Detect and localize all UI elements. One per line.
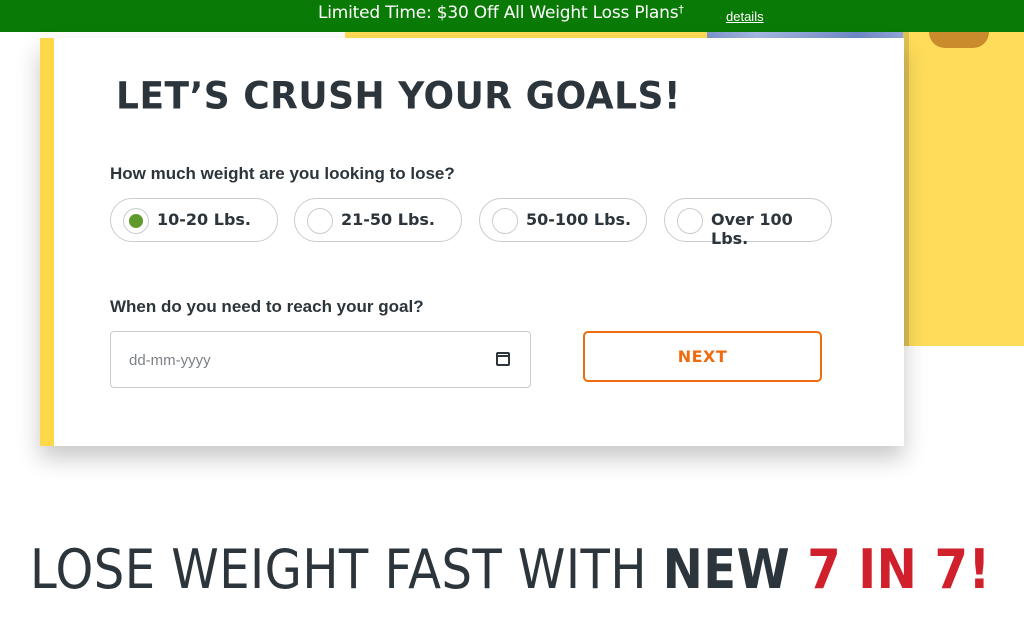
promo-bar: Limited Time: $30 Off All Weight Loss Pl… xyxy=(0,0,1024,32)
next-button-label: NEXT xyxy=(677,347,728,366)
weight-option-over-100[interactable]: Over 100 Lbs. xyxy=(664,198,832,248)
weight-option-label: Over 100 Lbs. xyxy=(711,210,793,248)
weight-question-label: How much weight are you looking to lose? xyxy=(110,164,455,183)
weight-option-label: 10-20 Lbs. xyxy=(157,210,251,229)
date-placeholder: dd-mm-yyyy xyxy=(129,352,211,369)
hero-heading-plain: LOSE WEIGHT FAST WITH xyxy=(30,538,663,601)
promo-text: Limited Time: $30 Off All Weight Loss Pl… xyxy=(318,3,684,23)
weight-option-21-50[interactable]: 21-50 Lbs. xyxy=(294,198,462,242)
next-button[interactable]: NEXT xyxy=(583,331,822,382)
hero-hand xyxy=(929,32,989,48)
radio-unselected-icon xyxy=(677,208,703,234)
weight-option-label: 50-100 Lbs. xyxy=(526,210,632,229)
hero-heading-accent: 7 IN 7! xyxy=(790,538,991,601)
weight-option-50-100[interactable]: 50-100 Lbs. xyxy=(479,198,647,242)
goal-form-card: LET’S CRUSH YOUR GOALS! How much weight … xyxy=(40,38,904,446)
goal-date-question-label: When do you need to reach your goal? xyxy=(110,297,424,316)
radio-unselected-icon xyxy=(307,208,333,234)
radio-unselected-icon xyxy=(492,208,518,234)
promo-message: Limited Time: $30 Off All Weight Loss Pl… xyxy=(318,3,679,23)
promo-details-link[interactable]: details xyxy=(726,9,764,24)
promo-dagger: † xyxy=(678,3,684,16)
radio-selected-icon xyxy=(123,208,149,234)
calendar-icon[interactable] xyxy=(496,352,510,366)
form-headline: LET’S CRUSH YOUR GOALS! xyxy=(116,74,681,119)
hero-heading: LOSE WEIGHT FAST WITH NEW 7 IN 7! xyxy=(30,538,991,601)
weight-option-label: 21-50 Lbs. xyxy=(341,210,435,229)
hero-heading-bold: NEW xyxy=(662,538,791,601)
weight-option-10-20[interactable]: 10-20 Lbs. xyxy=(110,198,278,242)
goal-date-input[interactable]: dd-mm-yyyy xyxy=(110,331,531,388)
